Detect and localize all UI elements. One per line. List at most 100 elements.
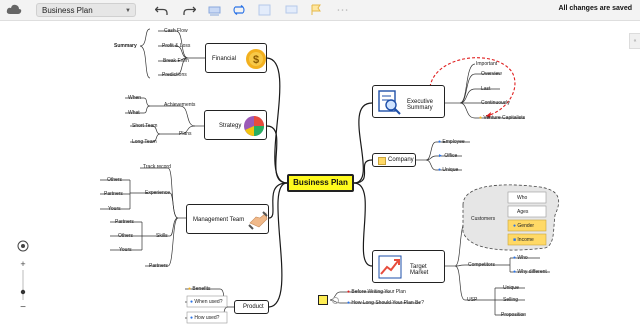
topic-strategy[interactable]: Strategy <box>204 110 267 140</box>
topic-label: Product <box>243 304 264 310</box>
connector-lines <box>100 28 560 324</box>
person-icon: ● <box>513 223 517 229</box>
question-icon: ● <box>513 269 517 275</box>
topic-executive-summary[interactable]: Executive Summary <box>372 85 445 118</box>
subtopic-how-used[interactable]: ● How used? <box>190 315 219 321</box>
info-icon: ● <box>438 167 442 173</box>
zoom-in-icon[interactable]: + <box>20 259 25 269</box>
subtopic-why-different[interactable]: ● Why different <box>513 269 547 275</box>
subtopic-yours[interactable]: Yours <box>108 206 121 212</box>
who-label: Who <box>517 255 528 261</box>
question-icon: ● <box>190 315 194 321</box>
smiley-icon: ● <box>479 115 483 121</box>
subtopic-usp[interactable]: USP <box>467 297 477 303</box>
subtopic-achievements[interactable]: Achievements <box>164 102 195 108</box>
zoom-out-icon[interactable]: − <box>20 302 26 312</box>
note-topic-marker[interactable] <box>318 295 328 305</box>
subtopic-yours-skills[interactable]: Yours <box>119 247 132 253</box>
topic-label: Company <box>388 157 414 163</box>
how-used-label: How used? <box>194 315 220 321</box>
zoom-slider-handle[interactable] <box>20 289 26 295</box>
subtopic-predictions[interactable]: Predictions <box>162 72 187 78</box>
building-icon <box>378 157 386 165</box>
magnifier-document-icon <box>378 90 401 115</box>
svg-text:$: $ <box>253 54 259 66</box>
subtopic-track-record[interactable]: Track record <box>143 164 171 170</box>
locate-icon[interactable] <box>17 240 29 252</box>
subtopic-break-even[interactable]: Break Even <box>163 58 189 64</box>
subtopic-competitors[interactable]: Competitors <box>468 262 495 268</box>
subtopic-profit-loss[interactable]: Profit & Loss <box>162 43 190 49</box>
subtopic-overview[interactable]: Overview <box>481 71 502 77</box>
subtopic-others-skills[interactable]: Others <box>118 233 133 239</box>
subtopic-who-competitors[interactable]: ● Who <box>513 255 528 261</box>
subtopic-long-team[interactable]: Long Team <box>132 139 157 145</box>
subtopic-employee[interactable]: ● Employee <box>438 139 465 145</box>
subtopic-customers[interactable]: Customers <box>471 216 495 222</box>
subtopic-partners-other[interactable]: Partners <box>149 263 168 269</box>
subtopic-benefits[interactable]: ● Benefits <box>188 286 211 292</box>
topic-label: Financial <box>212 56 237 62</box>
subtopic-who[interactable]: Who <box>517 195 527 201</box>
when-used-label: When used? <box>194 299 223 305</box>
subtopic-partners[interactable]: Partners <box>104 191 123 197</box>
subtopic-plans[interactable]: Plans <box>179 131 192 137</box>
subtopic-when-used[interactable]: ● When used? <box>190 299 223 305</box>
summary-label: Summary <box>114 43 137 49</box>
employee-label: Employee <box>442 139 465 145</box>
subtopic-experience[interactable]: Experience <box>145 190 170 196</box>
subtopic-venture-capitalists[interactable]: ● Venture Capitalists <box>479 115 525 121</box>
subtopic-others[interactable]: Others <box>107 177 122 183</box>
benefits-label: Benefits <box>192 286 211 292</box>
gender-label: Gender <box>517 223 535 229</box>
subtopic-continuously[interactable]: Continuously <box>481 100 510 106</box>
question-icon: ● <box>190 299 194 305</box>
question-icon: ● <box>347 300 351 306</box>
topic-label: Executive Summary <box>407 99 434 111</box>
priority-icon: ● <box>347 289 351 295</box>
person-icon: ● <box>438 139 442 145</box>
venture-label: Venture Capitalists <box>483 115 526 121</box>
before-label: Before Writing Your Plan <box>351 289 406 295</box>
topic-label: Target Market <box>410 264 429 276</box>
income-label: Income <box>517 237 534 243</box>
pie-chart-icon <box>244 116 264 136</box>
zoom-controls: + − <box>17 240 29 312</box>
topic-product[interactable]: Product <box>234 300 269 314</box>
subtopic-partners-skills[interactable]: Partners <box>115 219 134 225</box>
topic-management-team[interactable]: Management Team <box>186 204 269 234</box>
subtopic-important[interactable]: Important <box>476 61 497 67</box>
subtopic-income[interactable]: ■ Income <box>513 237 534 243</box>
person-icon: ● <box>513 255 517 261</box>
subtopic-selling[interactable]: Selling <box>503 297 518 303</box>
subtopic-ages[interactable]: Ages <box>517 209 528 215</box>
note-how-long[interactable]: ● How Long Should Your Plan Be? <box>347 300 424 306</box>
subtopic-cash-flow[interactable]: Cash Flow <box>164 28 188 34</box>
central-topic[interactable]: Business Plan <box>287 174 354 192</box>
subtopic-what[interactable]: What <box>128 110 140 116</box>
subtopic-last[interactable]: Last <box>481 86 490 92</box>
collapse-toggle-icon[interactable] <box>332 297 339 304</box>
topic-company[interactable]: Company <box>372 153 416 167</box>
subtopic-short-team[interactable]: Short Team <box>132 123 157 129</box>
topic-label: Management Team <box>193 217 245 223</box>
subtopic-unique[interactable]: ● Unique <box>438 167 458 173</box>
subtopic-gender[interactable]: ● Gender <box>513 223 534 229</box>
money-icon: ■ <box>513 237 517 243</box>
note-before-writing[interactable]: ● Before Writing Your Plan <box>347 289 406 295</box>
topic-label: Strategy <box>219 123 242 129</box>
subtopic-proposition[interactable]: Proposition <box>501 312 526 318</box>
dollar-coin-icon: $ <box>246 49 266 69</box>
topic-financial[interactable]: Financial $ <box>205 43 267 73</box>
topic-target-market[interactable]: Target Market <box>372 250 445 283</box>
flag-icon: ► <box>438 153 443 159</box>
subtopic-skills[interactable]: Skills <box>156 233 168 239</box>
unique-label: Unique <box>442 167 459 173</box>
subtopic-when[interactable]: When <box>128 95 141 101</box>
subtopic-office[interactable]: ► Office <box>438 153 457 159</box>
subtopic-usp-unique[interactable]: Unique <box>503 285 519 291</box>
star-icon: ● <box>188 286 192 292</box>
why-different-label: Why different <box>517 269 547 275</box>
growth-chart-icon <box>378 255 402 279</box>
office-label: Office <box>444 153 458 159</box>
